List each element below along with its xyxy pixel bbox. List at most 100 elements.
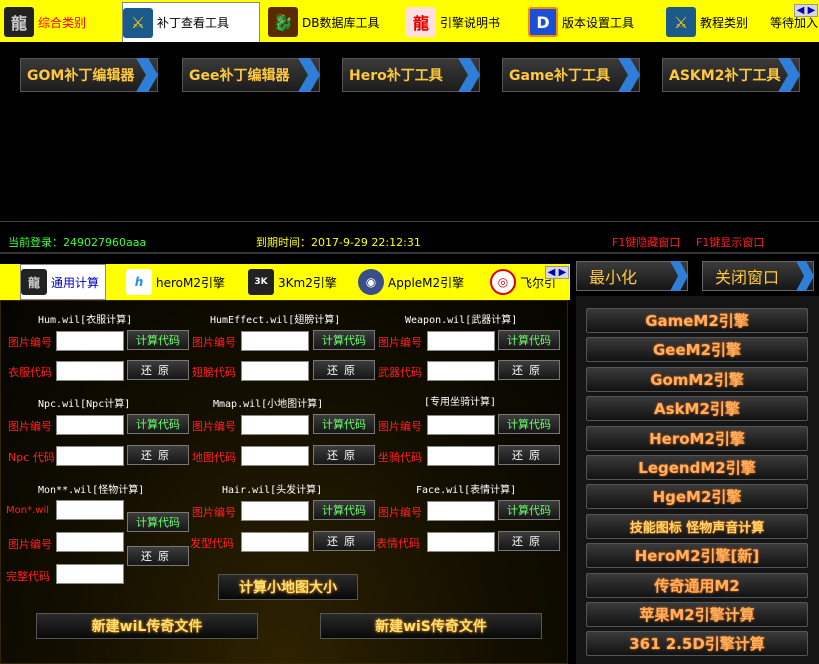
tab-label: DB数据库工具 [302,15,380,30]
tab-tutorials[interactable]: ⚔ 教程类别 [666,4,766,40]
mon-wil-input[interactable] [56,500,124,520]
face-pic-input[interactable] [427,501,495,521]
tab-version-settings[interactable]: D 版本设置工具 [528,4,660,40]
gee-patch-editor-button[interactable]: Gee补丁编辑器 [182,58,320,92]
tab-3km2[interactable]: 3K 3Km2引擎 [248,266,346,298]
npc-pic-input[interactable] [56,415,124,435]
humeffect-calc-button[interactable]: 计算代码 [313,330,375,350]
hair-calc-button[interactable]: 计算代码 [313,500,375,520]
engine-button[interactable]: HgeM2引擎 [586,484,808,509]
hum-cloth-input[interactable] [56,361,124,381]
engine-button[interactable]: 传奇通用M2 [586,573,808,598]
engine-button[interactable]: GeeM2引擎 [586,337,808,362]
arrow-right-icon [458,58,480,92]
face-calc-button[interactable]: 计算代码 [498,500,560,520]
weapon-pic-input[interactable] [427,331,495,351]
hum-restore-button[interactable]: 还原 [127,360,189,380]
hum-pic-input[interactable] [56,331,124,351]
tab-db-tool[interactable]: 🐉 DB数据库工具 [268,4,400,40]
npc-restore-button[interactable]: 还原 [127,445,189,465]
mmap-code-input[interactable] [241,446,309,466]
hair-code-input[interactable] [241,532,309,552]
mmap-pic-input[interactable] [241,415,309,435]
engine-button[interactable]: GomM2引擎 [586,367,808,392]
mon-calc-button[interactable]: 计算代码 [127,512,189,532]
arrow-right-icon[interactable]: ▶ [808,5,816,16]
face-restore-button[interactable]: 还原 [498,531,560,551]
button-label: GOM补丁编辑器 [27,68,135,84]
engine-tab-scroll-arrows[interactable]: ◀ ▶ [545,266,569,279]
gom-patch-editor-button[interactable]: GOM补丁编辑器 [20,58,158,92]
patch-tool-area: GOM补丁编辑器 Gee补丁编辑器 Hero补丁工具 Game补丁工具 ASKM… [0,46,819,222]
tab-label: heroM2引擎 [156,275,225,290]
minimize-button[interactable]: 最小化 [576,261,688,291]
humeffect-restore-button[interactable]: 还原 [313,360,375,380]
mon-full-code-input[interactable] [56,564,124,584]
mon-pic-input[interactable] [56,532,124,552]
tab-engine-manual[interactable]: 龍 引擎说明书 [406,4,522,40]
hair-restore-button[interactable]: 还原 [313,531,375,551]
tab-general-category[interactable]: 龍 综合类别 [4,4,114,40]
npc-code-input[interactable] [56,446,124,466]
mmap-restore-button[interactable]: 还原 [313,445,375,465]
mount-section-header: [专用坐骑计算] [424,397,497,408]
button-label: 最小化 [589,268,638,287]
game-patch-tool-button[interactable]: Game补丁工具 [502,58,640,92]
new-wil-file-button[interactable]: 新建wiL传奇文件 [36,613,258,639]
engine-button[interactable]: HeroM2引擎 [586,426,808,451]
new-wis-file-button[interactable]: 新建wiS传奇文件 [320,613,542,639]
mount-code-input[interactable] [427,446,495,466]
tab-label: 综合类别 [38,15,87,30]
hide-window-hint: F1键隐藏窗口 [612,236,681,249]
hum-pic-label: 图片编号 [8,336,52,349]
humeffect-pic-input[interactable] [241,331,309,351]
weapon-calc-button[interactable]: 计算代码 [498,330,560,350]
tab-applem2[interactable]: ◉ AppleM2引擎 [358,266,478,298]
tab-general-calc[interactable]: 龍 通用计算 [20,264,106,300]
tab-herom2[interactable]: h heroM2引擎 [126,266,232,298]
arrow-right-icon [298,58,320,92]
calc-minimap-size-button[interactable]: 计算小地图大小 [218,574,358,600]
red-dragon-icon: 龍 [406,7,436,37]
engine-tab-bar: 龍 通用计算 h heroM2引擎 3K 3Km2引擎 ◉ AppleM2引擎 … [0,264,570,300]
engine-button[interactable]: GameM2引擎 [586,308,808,333]
weapon-code-input[interactable] [427,361,495,381]
hero-patch-tool-button[interactable]: Hero补丁工具 [342,58,480,92]
mon-full-code-label: 完整代码 [6,570,50,583]
hum-calc-button[interactable]: 计算代码 [127,330,189,350]
mmap-pic-label: 图片编号 [192,420,236,433]
weapon-restore-button[interactable]: 还原 [498,360,560,380]
mmap-calc-button[interactable]: 计算代码 [313,414,375,434]
mount-pic-input[interactable] [427,415,495,435]
engine-button[interactable]: 技能图标 怪物声音计算 [586,514,808,539]
humeffect-wing-label: 翅膀代码 [192,366,236,379]
tab-scroll-arrows[interactable]: ◀ ▶ [794,4,818,17]
top-tab-bar: 龍 综合类别 ⚔ 补丁查看工具 🐉 DB数据库工具 龍 引擎说明书 D 版本设置… [0,0,819,44]
face-code-label: 表情代码 [376,537,420,550]
engine-button[interactable]: LegendM2引擎 [586,455,808,480]
arrow-left-icon[interactable]: ◀ [548,267,556,278]
mon-restore-button[interactable]: 还原 [127,546,189,566]
humeffect-section-header: HumEffect.wil[翅膀计算] [210,315,341,326]
hum-cloth-label: 衣服代码 [8,366,52,379]
mount-calc-button[interactable]: 计算代码 [498,414,560,434]
engine-button[interactable]: 361 2.5D引擎计算 [586,631,808,656]
mount-restore-button[interactable]: 还原 [498,445,560,465]
humeffect-wing-input[interactable] [241,361,309,381]
engine-button[interactable]: HeroM2引擎[新] [586,543,808,568]
npc-calc-button[interactable]: 计算代码 [127,414,189,434]
arrow-right-icon[interactable]: ▶ [559,267,567,278]
close-window-button[interactable]: 关闭窗口 [702,261,814,291]
face-code-input[interactable] [427,532,495,552]
hair-pic-input[interactable] [241,501,309,521]
tab-patch-viewer[interactable]: ⚔ 补丁查看工具 [122,2,260,42]
tab-label: 补丁查看工具 [157,16,230,30]
npc-pic-label: 图片编号 [8,420,52,433]
askm2-patch-tool-button[interactable]: ASKM2补丁工具 [662,58,800,92]
arrow-right-icon [136,58,158,92]
apple-icon: ◉ [358,269,384,295]
engine-button[interactable]: AskM2引擎 [586,396,808,421]
mmap-code-label: 地图代码 [192,451,236,464]
engine-button[interactable]: 苹果M2引擎计算 [586,602,808,627]
arrow-left-icon[interactable]: ◀ [797,5,805,16]
